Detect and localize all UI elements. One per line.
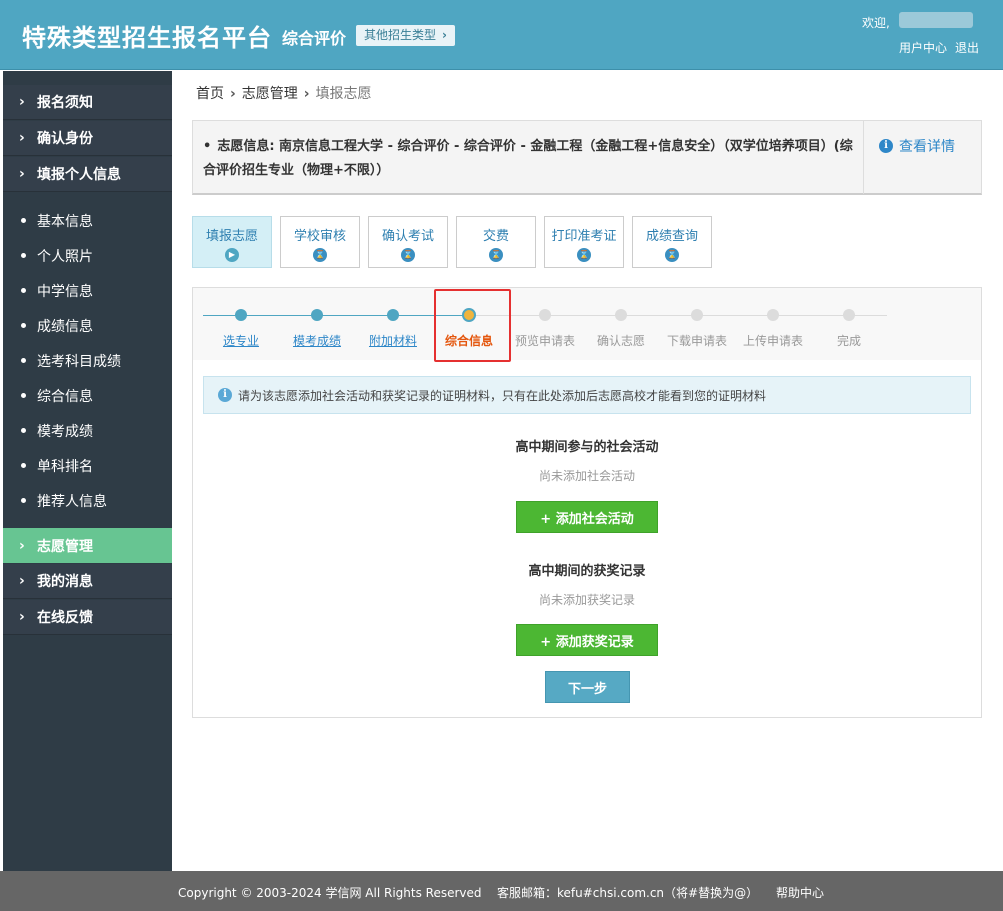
chevron-right-icon: › [230, 86, 236, 102]
bullet-icon [21, 253, 26, 258]
step-dot [539, 309, 551, 321]
chevron-right-icon: › [19, 537, 25, 554]
sidebar-item-messages[interactable]: › 我的消息 [3, 564, 172, 599]
sidebar-sub-basic-info[interactable]: 基本信息 [3, 203, 172, 238]
step-dot [767, 309, 779, 321]
hourglass-icon: ⌛ [577, 248, 591, 262]
step-upload-form: 上传申请表 [742, 334, 803, 348]
other-type-button[interactable]: 其他招生类型 › [356, 25, 455, 46]
step-complete: 完成 [836, 334, 861, 348]
copyright: Copyright © 2003-2024 学信网 All Rights Res… [178, 886, 482, 900]
breadcrumb: 首页 › 志愿管理 › 填报志愿 [196, 83, 372, 103]
tab-fill-application[interactable]: 填报志愿 ▶ [192, 216, 272, 268]
user-center-link[interactable]: 用户中心 [899, 41, 947, 55]
chevron-right-icon: › [19, 573, 25, 589]
hourglass-icon: ⌛ [401, 248, 415, 262]
sidebar-sub-grades[interactable]: 成绩信息 [3, 308, 172, 343]
bullet-icon [21, 498, 26, 503]
info-icon: i [218, 388, 232, 402]
other-type-label: 其他招生类型 [364, 28, 437, 42]
chevron-right-icon: › [19, 94, 25, 110]
step-dot [387, 309, 399, 321]
play-icon: ▶ [225, 248, 239, 262]
chevron-right-icon: › [442, 28, 447, 42]
sidebar-sub-elective-grades[interactable]: 选考科目成绩 [3, 343, 172, 378]
user-links: 用户中心 退出 [899, 39, 987, 56]
breadcrumb-current: 填报志愿 [315, 86, 372, 102]
tab-confirm-exam[interactable]: 确认考试 ⌛ [368, 216, 448, 268]
bullet-icon [21, 428, 26, 433]
main-panel: 选专业 模考成绩 附加材料 综合信息 预览申请表 确认志愿 下载申请表 上传申请… [192, 287, 982, 718]
bullet-icon: • [203, 139, 212, 154]
sidebar-item-notice[interactable]: › 报名须知 [3, 85, 172, 120]
step-dot [235, 309, 247, 321]
sidebar-item-applications[interactable]: › 志愿管理 [3, 528, 172, 563]
sidebar-sub-subject-rank[interactable]: 单科排名 [3, 448, 172, 483]
step-dot [615, 309, 627, 321]
divider [863, 121, 864, 194]
breadcrumb-applications[interactable]: 志愿管理 [242, 86, 298, 102]
sidebar-sub-mock-scores[interactable]: 模考成绩 [3, 413, 172, 448]
tab-school-review[interactable]: 学校审核 ⌛ [280, 216, 360, 268]
application-info-box: • 志愿信息: 南京信息工程大学 - 综合评价 - 综合评价 - 金融工程（金融工… [192, 120, 982, 195]
step-dot [843, 309, 855, 321]
breadcrumb-home[interactable]: 首页 [196, 86, 224, 102]
current-step-highlight [434, 289, 511, 362]
info-icon: i [879, 139, 893, 153]
sidebar-sub-school-info[interactable]: 中学信息 [3, 273, 172, 308]
step-additional-materials[interactable]: 附加材料 [353, 332, 433, 349]
mode-label: 综合评价 [282, 29, 347, 48]
support-email: 客服邮箱：kefu#chsi.com.cn（将#替换为@） [497, 886, 759, 900]
view-details-link[interactable]: i 查看详情 [879, 136, 955, 156]
platform-title: 特殊类型招生报名平台 [22, 24, 272, 52]
bullet-icon [21, 218, 26, 223]
tab-print-admission[interactable]: 打印准考证 ⌛ [544, 216, 624, 268]
hourglass-icon: ⌛ [489, 248, 503, 262]
sidebar-item-feedback[interactable]: › 在线反馈 [3, 600, 172, 635]
step-preview-form: 预览申请表 [514, 334, 575, 348]
footer: Copyright © 2003-2024 学信网 All Rights Res… [0, 871, 1003, 911]
username-redacted [899, 12, 973, 28]
awards-title: 高中期间的获奖记录 [528, 564, 646, 579]
step-confirm-application: 确认志愿 [596, 334, 645, 348]
notice-banner: i 请为该志愿添加社会活动和获奖记录的证明材料，只有在此处添加后志愿高校才能看到您… [203, 376, 971, 414]
social-activities-title: 高中期间参与的社会活动 [515, 440, 659, 455]
top-header: 特殊类型招生报名平台 综合评价 其他招生类型 › 欢迎, 用户中心 退出 [0, 0, 1003, 70]
tab-score-query[interactable]: 成绩查询 ⌛ [632, 216, 712, 268]
chevron-right-icon: › [19, 130, 25, 146]
step-download-form: 下载申请表 [666, 334, 727, 348]
sidebar-sub-photo[interactable]: 个人照片 [3, 238, 172, 273]
bullet-icon [21, 323, 26, 328]
bullet-icon [21, 288, 26, 293]
add-social-activity-button[interactable]: + 添加社会活动 [516, 501, 658, 533]
progress-line-todo [471, 315, 887, 316]
chevron-right-icon: › [303, 86, 310, 102]
help-center-link[interactable]: 帮助中心 [776, 884, 824, 901]
chevron-right-icon: › [19, 166, 25, 182]
chevron-right-icon: › [19, 609, 25, 625]
step-dot [311, 309, 323, 321]
sidebar-sub-referrer[interactable]: 推荐人信息 [3, 483, 172, 518]
bullet-icon [21, 358, 26, 363]
sidebar-item-personal-info[interactable]: › 填报个人信息 [3, 157, 172, 192]
awards-empty: 尚未添加获奖记录 [538, 593, 635, 607]
application-info: • 志愿信息: 南京信息工程大学 - 综合评价 - 综合评价 - 金融工程（金融工… [203, 139, 853, 178]
tab-payment[interactable]: 交费 ⌛ [456, 216, 536, 268]
step-mock-scores[interactable]: 模考成绩 [277, 332, 357, 349]
bullet-icon [21, 393, 26, 398]
sidebar-sub-comprehensive-info[interactable]: 综合信息 [3, 378, 172, 413]
welcome-text: 欢迎, [862, 16, 890, 30]
sidebar-item-confirm-identity[interactable]: › 确认身份 [3, 121, 172, 156]
next-step-button[interactable]: 下一步 [545, 671, 630, 703]
sidebar: › 报名须知 › 确认身份 › 填报个人信息 基本信息 个人照片 中学信息 成绩信息 … [3, 71, 172, 871]
hourglass-icon: ⌛ [313, 248, 327, 262]
social-activities-empty: 尚未添加社会活动 [538, 469, 635, 483]
logout-link[interactable]: 退出 [955, 41, 979, 55]
step-dot [691, 309, 703, 321]
add-award-button[interactable]: + 添加获奖记录 [516, 624, 658, 656]
hourglass-icon: ⌛ [665, 248, 679, 262]
progress-steps: 选专业 模考成绩 附加材料 综合信息 预览申请表 确认志愿 下载申请表 上传申请… [193, 288, 981, 362]
step-select-major[interactable]: 选专业 [201, 332, 281, 349]
bullet-icon [21, 463, 26, 468]
